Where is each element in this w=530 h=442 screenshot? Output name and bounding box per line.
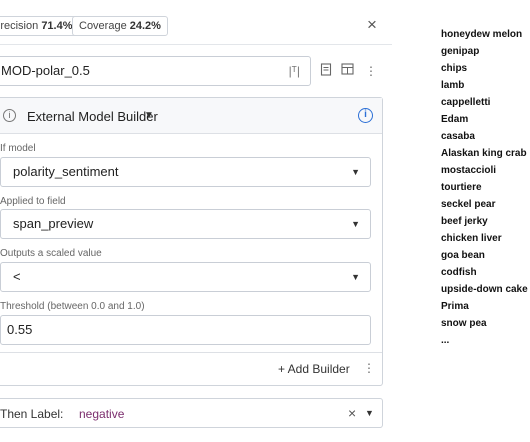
list-item: genipap (441, 46, 480, 57)
coverage-label: Coverage (79, 20, 127, 32)
model-label: If model (0, 143, 36, 154)
list-item: upside-down cake (441, 284, 528, 295)
info-icon: i (3, 109, 16, 122)
list-item: mostaccioli (441, 165, 497, 176)
chevron-down-icon: ▼ (351, 167, 360, 177)
builder-header[interactable]: i External Model Builder ▼ i (0, 98, 382, 134)
builder-title: External Model Builder (27, 109, 158, 124)
chevron-down-icon: ▼ (351, 219, 360, 229)
field-value: span_preview (13, 216, 94, 231)
document-icon[interactable] (318, 63, 334, 79)
threshold-input[interactable]: 0.55 (0, 315, 371, 345)
coverage-value: 24.2% (129, 20, 161, 32)
rule-name-input[interactable]: MOD-polar_0.5 |ᵀ| (0, 56, 311, 86)
list-item: snow pea (441, 318, 487, 329)
close-icon[interactable]: × (362, 14, 382, 36)
then-label-value: negative (79, 407, 125, 421)
list-item: chips (441, 63, 468, 74)
coverage-badge: Coverage 24.2% (72, 16, 168, 36)
clear-icon[interactable]: × (348, 405, 356, 421)
list-item: goa bean (441, 250, 485, 261)
add-builder-button[interactable]: + Add Builder (278, 362, 350, 376)
precision-value: 71.4% (41, 20, 73, 32)
chevron-down-icon[interactable]: ▼ (144, 110, 154, 121)
list-item: honeydew melon (441, 29, 523, 40)
model-select[interactable]: polarity_sentiment ▼ (0, 157, 371, 187)
precision-label: Precision (0, 20, 39, 32)
rule-editor-panel: Precision 71.4% Coverage 24.2% × MOD-pol… (0, 0, 392, 442)
list-item: seckel pear (441, 199, 496, 210)
list-item: codfish (441, 267, 477, 278)
output-label: Outputs a scaled value (0, 248, 102, 259)
field-select[interactable]: span_preview ▼ (0, 209, 371, 239)
chevron-down-icon[interactable]: ▼ (365, 408, 374, 418)
builder-footer: + Add Builder ⋮ (0, 352, 382, 386)
divider (0, 44, 392, 45)
precision-badge: Precision 71.4% (0, 16, 80, 36)
builder-card: i External Model Builder ▼ i If model po… (0, 97, 383, 386)
stats-bar: Precision 71.4% Coverage 24.2% × (0, 12, 390, 40)
list-item: cappelletti (441, 97, 491, 108)
threshold-label: Threshold (between 0.0 and 1.0) (0, 301, 145, 312)
list-item: Prima (441, 301, 469, 312)
list-item: Edam (441, 114, 469, 125)
list-item: tourtiere (441, 182, 482, 193)
list-item: Alaskan king crab (441, 148, 527, 159)
operator-value: < (13, 269, 21, 284)
rule-name-value: MOD-polar_0.5 (1, 63, 90, 78)
more-options-icon[interactable]: ⋮ (363, 361, 375, 375)
then-label-select[interactable]: Then Label: negative × ▼ (0, 398, 383, 428)
list-item: chicken liver (441, 233, 502, 244)
list-item: casaba (441, 131, 475, 142)
field-label: Applied to field (0, 196, 66, 207)
chevron-down-icon: ▼ (351, 272, 360, 282)
threshold-value: 0.55 (7, 322, 33, 337)
text-cursor-icon: |ᵀ| (288, 64, 300, 78)
example-list: honeydew melon genipap chips lamb cappellett… (441, 26, 530, 349)
model-value: polarity_sentiment (13, 164, 119, 179)
table-icon[interactable] (339, 63, 355, 79)
list-item: lamb (441, 80, 465, 91)
operator-select[interactable]: < ▼ (0, 262, 371, 292)
help-icon[interactable]: i (358, 108, 373, 123)
list-item: beef jerky (441, 216, 488, 227)
then-label-text: Then Label: (0, 407, 64, 421)
list-item: ... (441, 335, 450, 346)
more-options-icon[interactable]: ⋮ (363, 63, 379, 79)
